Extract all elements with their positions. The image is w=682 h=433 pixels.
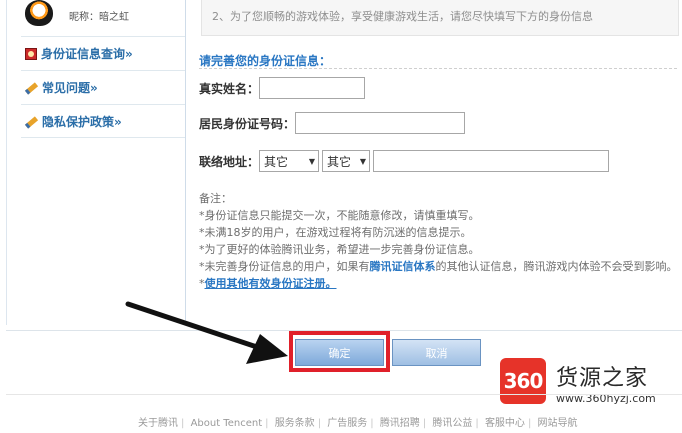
main-panel: 2、为了您顺畅的游戏体验，享受健康游戏生活，请您尽快填写下方的身份信息 请完善您… xyxy=(187,0,682,330)
note-line: *未满18岁的用户，在游戏过程将有防沉迷的信息提示。 xyxy=(199,226,472,239)
user-box: 昵称：暗之虹 xyxy=(21,0,185,34)
arrow-annotation-icon xyxy=(125,301,288,364)
other-id-register-link[interactable]: 使用其他有效身份证注册。 xyxy=(205,277,337,290)
real-name-input[interactable] xyxy=(259,77,366,99)
chevron-down-icon: ▼ xyxy=(308,156,316,166)
footer-link[interactable]: 服务条款 xyxy=(275,418,315,429)
sidebar-item-privacy[interactable]: 隐私保护政策» xyxy=(21,104,185,138)
footer-links: 关于腾讯 | About Tencent | 服务条款 | 广告服务 | 腾讯招聘 | 腾… xyxy=(138,418,578,429)
province-select[interactable]: 其它 ▼ xyxy=(259,150,320,172)
id-card-icon xyxy=(25,47,37,60)
province-value: 其它 xyxy=(264,154,289,169)
notes-heading: 备注： xyxy=(199,192,232,205)
footer-link[interactable]: 腾讯公益 xyxy=(432,418,472,429)
city-select[interactable]: 其它 ▼ xyxy=(322,150,371,172)
sidebar-item-faq[interactable]: 常见问题» xyxy=(21,70,185,104)
credit-system-link[interactable]: 腾讯证信体系 xyxy=(370,260,436,273)
notes: 备注： *身份证信息只能提交一次，不能随意修改，请慎重填写。 *未满18岁的用户… xyxy=(199,190,679,292)
notice-box: 2、为了您顺畅的游戏体验，享受健康游戏生活，请您尽快填写下方的身份信息 xyxy=(201,0,679,36)
address-input[interactable] xyxy=(373,150,610,172)
note-line: *为了更好的体验腾讯业务，希望进一步完善身份证信息。 xyxy=(199,243,480,256)
footer-link[interactable]: 关于腾讯 xyxy=(138,418,178,429)
footer-link[interactable]: 广告服务 xyxy=(327,418,367,429)
nickname: 昵称：暗之虹 xyxy=(69,12,129,23)
address-label: 联络地址： xyxy=(199,154,260,169)
note-text: 的其他认证信息，腾讯游戏内体验不会受到影响。 xyxy=(435,260,678,273)
id-field-row: 居民身份证号码： xyxy=(199,112,466,134)
name-field-row: 真实姓名： xyxy=(199,77,366,99)
pencil-icon xyxy=(24,82,39,95)
brand-name: 货源之家 xyxy=(556,366,649,391)
sidebar-item-label: 隐私保护政策» xyxy=(42,114,122,129)
footer-link[interactable]: 网站导航 xyxy=(538,418,578,429)
id-number-input[interactable] xyxy=(295,112,466,134)
divider xyxy=(199,68,677,69)
sidebar-nav: 身份证信息查询» 常见问题» 隐私保护政策» xyxy=(21,36,185,138)
city-value: 其它 xyxy=(327,154,352,169)
brand-logo: 360 xyxy=(500,358,546,404)
watermark: 360 货源之家 www.360hyzj.com xyxy=(500,358,682,410)
name-label: 真实姓名： xyxy=(199,81,260,96)
note-line: *身份证信息只能提交一次，不能随意修改，请慎重填写。 xyxy=(199,209,480,222)
pencil-icon xyxy=(24,115,39,129)
form-title: 请完善您的身份证信息： xyxy=(199,54,332,68)
chevron-down-icon: ▼ xyxy=(359,156,367,166)
footer-link[interactable]: 腾讯招聘 xyxy=(380,418,420,429)
sidebar: 昵称：暗之虹 身份证信息查询» 常见问题» 隐私保护政策» xyxy=(6,0,186,325)
cancel-button[interactable]: 取消 xyxy=(392,339,481,366)
note-text: *未完善身份证信息的用户，如果有 xyxy=(199,260,370,273)
sidebar-item-label: 身份证信息查询» xyxy=(41,47,133,61)
sidebar-item-id-query[interactable]: 身份证信息查询» xyxy=(21,36,185,70)
id-number-label: 居民身份证号码： xyxy=(199,116,296,131)
divider xyxy=(6,394,682,395)
address-field-row: 联络地址： 其它 ▼ 其它 ▼ xyxy=(199,150,610,172)
sidebar-item-label: 常见问题» xyxy=(42,81,98,95)
footer-link[interactable]: About Tencent xyxy=(191,418,263,429)
note-line: *未完善身份证信息的用户，如果有腾讯证信体系的其他认证信息，腾讯游戏内体验不会受… xyxy=(199,258,679,275)
highlight-box xyxy=(289,331,390,372)
footer-link[interactable]: 客服中心 xyxy=(485,418,525,429)
qq-penguin-avatar xyxy=(25,0,53,26)
